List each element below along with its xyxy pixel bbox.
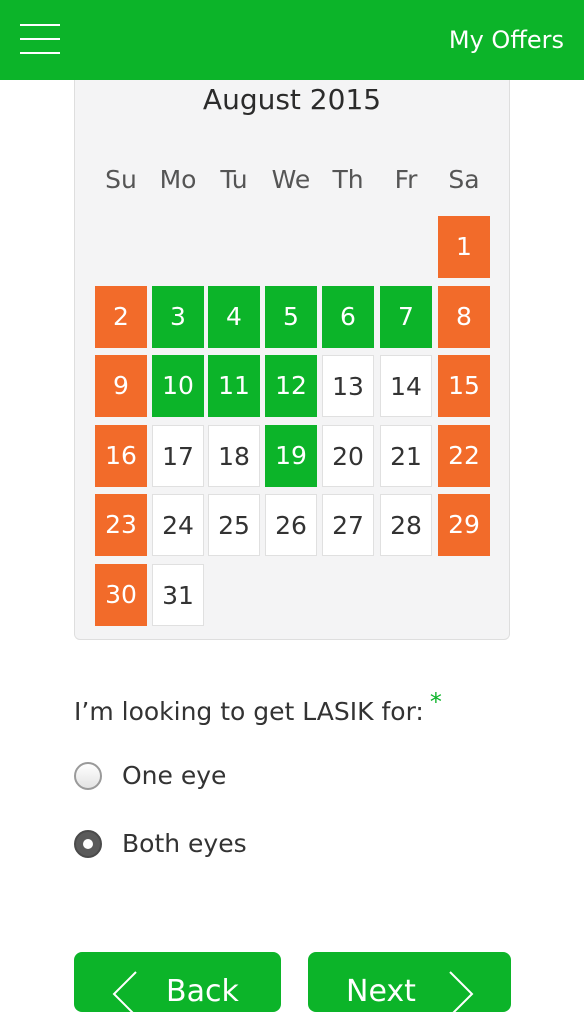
next-button-label: Next	[346, 974, 416, 1009]
radio-label-one-eye: One eye	[122, 761, 227, 790]
calendar-day-30[interactable]: 30	[95, 564, 147, 626]
calendar-day-10[interactable]: 10	[152, 355, 204, 417]
radio-button-both-eyes[interactable]	[74, 830, 102, 858]
calendar-day-3[interactable]: 3	[152, 286, 204, 348]
calendar-day-17[interactable]: 17	[152, 425, 204, 487]
my-offers-link[interactable]: My Offers	[449, 24, 564, 56]
calendar-day-19[interactable]: 19	[265, 425, 317, 487]
calendar-day-1[interactable]: 1	[438, 216, 490, 278]
calendar-day-23[interactable]: 23	[95, 494, 147, 556]
calendar-day-2[interactable]: 2	[95, 286, 147, 348]
next-button[interactable]: Next	[308, 952, 511, 1012]
question-label: I’m looking to get LASIK for:	[74, 697, 424, 726]
calendar-day-25[interactable]: 25	[208, 494, 260, 556]
required-asterisk: *	[429, 688, 442, 716]
radio-label-both-eyes: Both eyes	[122, 829, 247, 858]
weekday-header-tu: Tu	[220, 165, 248, 194]
calendar-day-29[interactable]: 29	[438, 494, 490, 556]
hamburger-icon[interactable]	[20, 22, 60, 56]
weekday-header-sa: Sa	[448, 165, 480, 194]
calendar-day-5[interactable]: 5	[265, 286, 317, 348]
weekday-header-th: Th	[332, 165, 364, 194]
calendar-day-9[interactable]: 9	[95, 355, 147, 417]
calendar-day-26[interactable]: 26	[265, 494, 317, 556]
calendar-day-11[interactable]: 11	[208, 355, 260, 417]
calendar-day-16[interactable]: 16	[95, 425, 147, 487]
calendar-day-8[interactable]: 8	[438, 286, 490, 348]
chevron-left-icon	[112, 971, 137, 1012]
calendar-day-22[interactable]: 22	[438, 425, 490, 487]
calendar-day-14[interactable]: 14	[380, 355, 432, 417]
calendar-day-12[interactable]: 12	[265, 355, 317, 417]
chevron-right-icon	[449, 971, 474, 1012]
weekday-header-we: We	[271, 165, 311, 194]
calendar-day-4[interactable]: 4	[208, 286, 260, 348]
weekday-header-fr: Fr	[394, 165, 418, 194]
lasik-question: I’m looking to get LASIK for: *	[74, 688, 442, 732]
calendar-day-31[interactable]: 31	[152, 564, 204, 626]
weekday-header-su: Su	[105, 165, 137, 194]
weekday-header-mo: Mo	[159, 165, 197, 194]
calendar-day-20[interactable]: 20	[322, 425, 374, 487]
month-title: August 2015	[202, 83, 382, 116]
calendar-day-21[interactable]: 21	[380, 425, 432, 487]
calendar-day-15[interactable]: 15	[438, 355, 490, 417]
calendar-day-6[interactable]: 6	[322, 286, 374, 348]
calendar-day-27[interactable]: 27	[322, 494, 374, 556]
back-button[interactable]: Back	[74, 952, 281, 1012]
top-bar: My Offers	[0, 0, 584, 80]
calendar-day-13[interactable]: 13	[322, 355, 374, 417]
back-button-label: Back	[166, 974, 239, 1009]
calendar-day-18[interactable]: 18	[208, 425, 260, 487]
radio-button-one-eye[interactable]	[74, 762, 102, 790]
calendar: August 2015 Su Mo Tu We Th Fr Sa 1 2 3 4 5 6 7 8 9 10 11 1…	[74, 80, 510, 640]
calendar-day-28[interactable]: 28	[380, 494, 432, 556]
calendar-day-7[interactable]: 7	[380, 286, 432, 348]
calendar-day-24[interactable]: 24	[152, 494, 204, 556]
